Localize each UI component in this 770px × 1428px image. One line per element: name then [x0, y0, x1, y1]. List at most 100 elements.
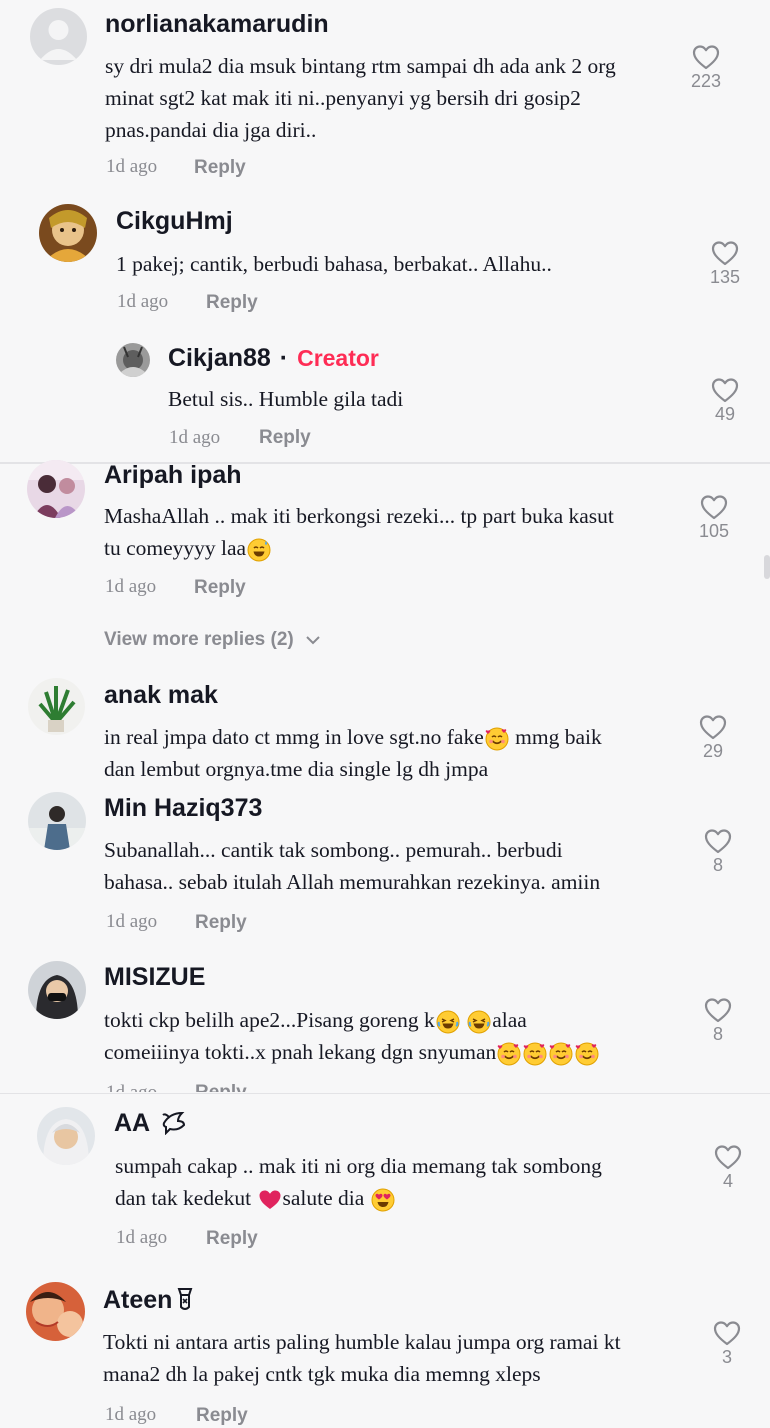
heart-icon[interactable] — [713, 1320, 741, 1346]
comment-line: minat sgt2 kat mak iti ni..penyanyi yg b… — [105, 86, 581, 110]
comment-text: 1 pakej; cantik, berbudi bahasa, berbaka… — [116, 248, 696, 280]
reply-button[interactable]: Reply — [259, 427, 311, 449]
comment-text: tokti ckp belilh ape2...Pisang goreng k … — [104, 1004, 694, 1068]
like-count: 8 — [712, 1024, 723, 1044]
comment-line: tu comeyyyy laa — [104, 532, 684, 564]
like-count: 4 — [722, 1171, 733, 1191]
comment-line: dan lembut orgnya.tme dia single lg dh j… — [104, 757, 489, 781]
smiling-hearts-emoji — [485, 727, 509, 751]
heart-icon[interactable] — [692, 44, 720, 70]
smiling-hearts-emoji — [497, 1042, 521, 1066]
comment-line: Subanallah... cantik tak sombong.. pemur… — [104, 838, 563, 862]
reply-button[interactable]: Reply — [206, 292, 258, 314]
avatar-default[interactable] — [30, 8, 87, 65]
comment-text: Tokti ni antara artis paling humble kala… — [103, 1326, 703, 1390]
like-control[interactable]: 8 — [688, 828, 748, 876]
creator-username[interactable]: Cikjan88 — [168, 344, 271, 372]
comment-text: sumpah cakap .. mak iti ni org dia meman… — [115, 1150, 705, 1214]
comment-timestamp: 1d ago — [105, 576, 157, 597]
comment-line: mana2 dh la pakej cntk tgk muka dia memn… — [103, 1362, 541, 1386]
grinning-sweat-emoji — [247, 538, 271, 562]
comment-username: AA — [114, 1109, 186, 1138]
like-control[interactable]: 105 — [684, 494, 744, 542]
avatar[interactable] — [28, 961, 86, 1019]
comment-text: MashaAllah .. mak iti berkongsi rezeki..… — [104, 500, 684, 564]
avatar[interactable] — [37, 1107, 95, 1165]
comment-line: Betul sis.. Humble gila tadi — [168, 387, 404, 411]
section-divider — [0, 1093, 770, 1094]
heart-icon[interactable] — [699, 714, 727, 740]
comment-line: Tokti ni antara artis paling humble kala… — [103, 1330, 621, 1354]
like-control[interactable]: 29 — [683, 714, 743, 762]
comment-line-text: salute dia — [282, 1186, 370, 1210]
comment-text: sy dri mula2 dia msuk bintang rtm sampai… — [105, 50, 685, 146]
reply-button[interactable]: Reply — [194, 157, 246, 179]
creator-badge: Creator — [297, 345, 379, 371]
view-more-label: View more replies (2) — [104, 629, 294, 650]
dove-icon — [162, 1111, 186, 1136]
comment-username[interactable]: norlianakamarudin — [105, 10, 329, 39]
comment-username[interactable]: Min Haziq373 — [104, 794, 262, 823]
like-control[interactable]: 223 — [676, 44, 736, 92]
chevron-down-icon — [306, 636, 320, 645]
heart-icon[interactable] — [704, 828, 732, 854]
comment-line-text: mmg baik — [509, 725, 602, 749]
reply-button[interactable]: Reply — [196, 1405, 248, 1427]
comment-line: sumpah cakap .. mak iti ni org dia meman… — [115, 1154, 602, 1178]
sparkle-icon — [178, 1288, 193, 1310]
laughing-tears-emoji — [467, 1010, 491, 1034]
like-control[interactable]: 3 — [697, 1320, 757, 1368]
like-control[interactable]: 4 — [698, 1144, 758, 1192]
comment-timestamp: 1d ago — [116, 1227, 168, 1248]
comment-line: sy dri mula2 dia msuk bintang rtm sampai… — [105, 54, 616, 78]
username-text[interactable]: AA — [114, 1109, 149, 1137]
avatar[interactable] — [26, 1282, 85, 1341]
comment-line: pnas.pandai dia jga diri.. — [105, 118, 317, 142]
username-text[interactable]: Ateen — [103, 1286, 172, 1314]
comment-timestamp: 1d ago — [117, 291, 169, 312]
red-heart-emoji — [258, 1188, 282, 1212]
heart-icon[interactable] — [700, 494, 728, 520]
avatar[interactable] — [27, 460, 85, 518]
avatar[interactable] — [39, 204, 97, 262]
smiling-hearts-emoji — [523, 1042, 547, 1066]
scrollbar-thumb[interactable] — [764, 555, 770, 579]
heart-icon[interactable] — [714, 1144, 742, 1170]
comment-timestamp: 1d ago — [106, 911, 158, 932]
comment-line-text: tokti ckp belilh ape2...Pisang goreng k — [104, 1008, 435, 1032]
comment-username[interactable]: CikguHmj — [116, 207, 233, 236]
smiling-hearts-emoji — [575, 1042, 599, 1066]
avatar[interactable] — [28, 678, 85, 735]
comment-username[interactable]: anak mak — [104, 681, 218, 710]
like-control[interactable]: 8 — [688, 997, 748, 1045]
comment-line: bahasa.. sebab itulah Allah memurahkan r… — [104, 870, 601, 894]
comment-timestamp: 1d ago — [106, 1082, 157, 1092]
reply-button[interactable]: Reply — [195, 912, 247, 934]
reply-button[interactable]: Reply — [194, 577, 246, 599]
laughing-tears-emoji — [436, 1010, 460, 1034]
like-count: 135 — [709, 267, 741, 287]
like-control[interactable]: 49 — [695, 377, 755, 425]
comment-timestamp: 1d ago — [169, 427, 221, 448]
clipped-meta-row: 1d ago Reply — [0, 1082, 770, 1092]
heart-icon[interactable] — [711, 240, 739, 266]
reply-button[interactable]: Reply — [195, 1082, 247, 1092]
avatar[interactable] — [116, 343, 150, 377]
comment-username[interactable]: Aripah ipah — [104, 461, 242, 490]
comment-line: comeiiinya tokti..x pnah lekang dgn snyu… — [104, 1036, 694, 1068]
comment-line-text: comeiiinya tokti..x pnah lekang dgn snyu… — [104, 1040, 497, 1064]
heart-icon[interactable] — [711, 377, 739, 403]
like-control[interactable]: 135 — [695, 240, 755, 288]
like-count: 223 — [690, 71, 722, 91]
comment-text: Betul sis.. Humble gila tadi — [168, 383, 668, 415]
comment-line-text: alaa — [492, 1008, 527, 1032]
reply-button[interactable]: Reply — [206, 1228, 258, 1250]
comment-line: dan tak kedekut salute dia — [115, 1182, 705, 1214]
like-count: 3 — [721, 1347, 732, 1367]
avatar[interactable] — [28, 792, 86, 850]
view-more-replies-button[interactable]: View more replies (2) — [104, 629, 321, 651]
heart-icon[interactable] — [704, 997, 732, 1023]
comment-username[interactable]: MISIZUE — [104, 963, 205, 992]
like-count: 49 — [714, 404, 736, 424]
comment-timestamp: 1d ago — [106, 156, 158, 177]
